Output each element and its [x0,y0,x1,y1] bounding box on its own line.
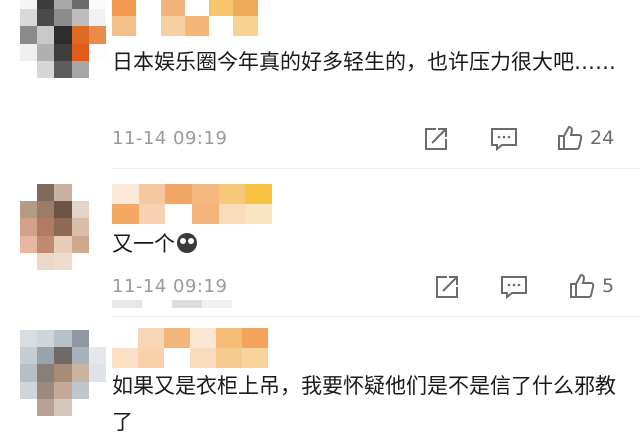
comment-text: 如果又是衣柜上吊，我要怀疑他们是不是信了什么邪教了 [112,374,616,434]
reply-button[interactable] [500,274,528,300]
divider [112,168,640,169]
share-arrow-icon [436,276,458,298]
share-button[interactable] [423,126,449,152]
avatar[interactable] [20,330,106,416]
comment-item: 又一个 11-14 09:19 5 [0,170,640,316]
divider [112,316,640,317]
crying-face-emoji [177,233,197,253]
comment-text-content: 又一个 [112,232,175,256]
username-mosaic[interactable] [112,0,282,36]
like-button[interactable]: 24 [556,124,614,152]
comment-text: 又一个 [112,226,626,262]
avatar[interactable] [20,184,106,270]
username-mosaic[interactable] [112,184,272,224]
comment-bubble-icon [491,128,517,152]
like-button[interactable]: 5 [568,272,614,300]
share-arrow-icon [425,128,447,150]
like-count: 24 [590,127,615,149]
comment-text: 日本娱乐圈今年真的好多轻生的，也许压力很大吧…… [112,50,616,74]
reply-button[interactable] [490,126,518,152]
timestamp-smudge [112,300,232,308]
thumbs-up-icon [558,125,583,150]
comment-time: 11-14 09:19 [112,128,228,149]
comment-bubble-icon [501,276,527,300]
comment-time: 11-14 09:19 [112,276,228,297]
thumbs-up-icon [570,273,595,298]
like-count: 5 [602,275,615,297]
share-button[interactable] [434,274,460,300]
comment-item: 日本娱乐圈今年真的好多轻生的，也许压力很大吧…… 11-14 09:19 24 [0,0,640,170]
username-mosaic[interactable] [112,328,268,368]
avatar[interactable] [20,0,106,78]
comment-item: 如果又是衣柜上吊，我要怀疑他们是不是信了什么邪教了 [0,318,640,442]
